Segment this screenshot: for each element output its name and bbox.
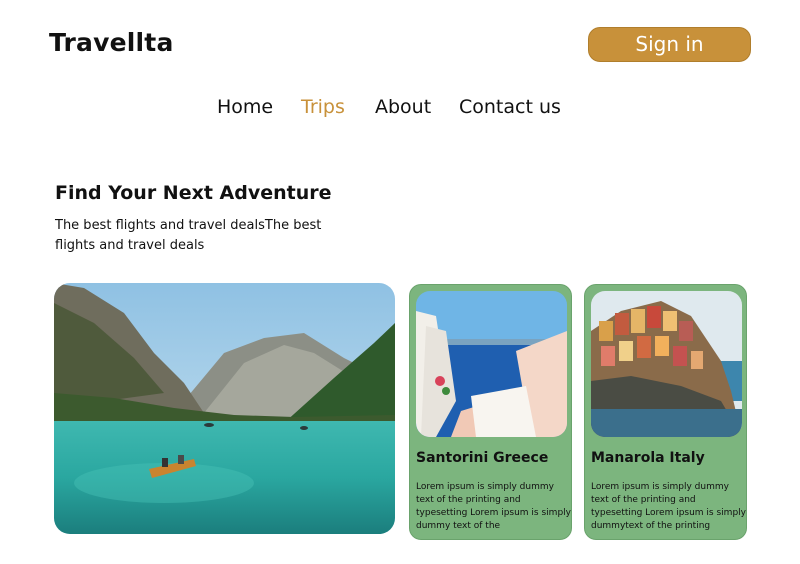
nav-item-contact-us[interactable]: Contact us: [459, 96, 561, 118]
hero-subtitle: The best flights and travel dealsThe bes…: [55, 218, 322, 253]
card-title: Manarola Italy: [591, 450, 705, 466]
logo[interactable]: Travellta: [49, 28, 174, 57]
hero-title: Find Your Next Adventure: [55, 182, 332, 204]
nav-item-about[interactable]: About: [375, 96, 431, 118]
main-nav: Home Trips About Contact us: [0, 96, 800, 124]
card-description: Lorem ipsum is simply dummy text of the …: [416, 482, 571, 531]
sign-in-button[interactable]: Sign in: [588, 27, 751, 62]
nav-item-trips[interactable]: Trips: [301, 96, 345, 118]
manarola-image: [591, 291, 742, 437]
nav-item-home[interactable]: Home: [217, 96, 273, 118]
card-description: Lorem ipsum is simply dummy text of the …: [591, 482, 746, 531]
destination-card-santorini[interactable]: Santorini Greece Lorem ipsum is simply d…: [409, 284, 572, 540]
card-title: Santorini Greece: [416, 450, 549, 466]
lake-mountains-image: [54, 283, 395, 534]
santorini-image: [416, 291, 567, 437]
destination-card-manarola[interactable]: Manarola Italy Lorem ipsum is simply dum…: [584, 284, 747, 540]
